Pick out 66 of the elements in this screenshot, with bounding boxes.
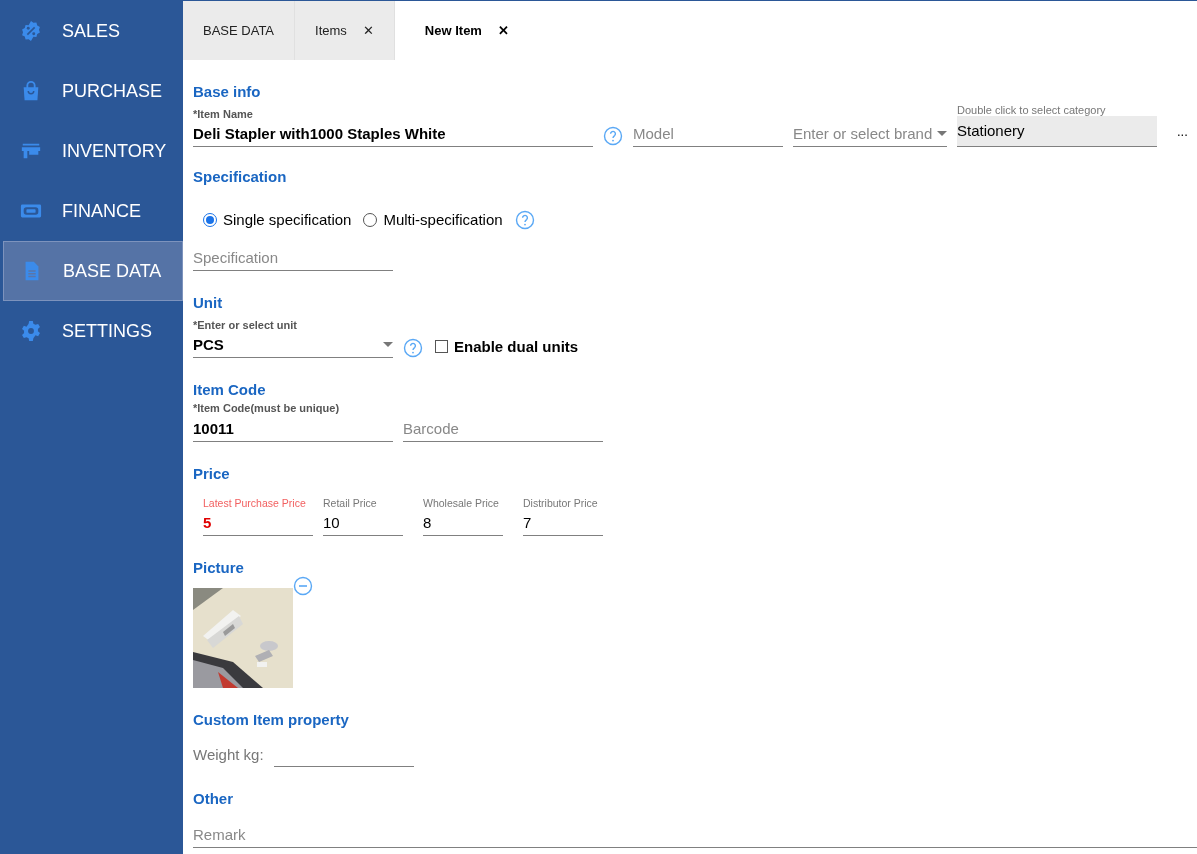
- sidebar-item[interactable]: PURCHASE: [3, 61, 183, 121]
- specification-field[interactable]: Specification: [193, 245, 393, 271]
- section-title: Other: [193, 788, 234, 809]
- section-title: Picture: [193, 558, 245, 579]
- sidebar-item[interactable]: FINANCE: [3, 181, 183, 241]
- help-icon[interactable]: [514, 210, 535, 231]
- field-value: 10: [323, 513, 341, 534]
- unit-dropdown[interactable]: *Enter or select unit PCS: [193, 316, 393, 358]
- field-value: 7: [523, 513, 533, 534]
- field-label: *Item Name: [193, 106, 254, 122]
- field-label: Distributor Price: [523, 495, 599, 511]
- remark-field[interactable]: Remark: [193, 822, 1197, 848]
- caret-icon: [937, 131, 947, 137]
- item-code-field[interactable]: *Item Code(must be unique) 10011: [193, 400, 393, 442]
- tab[interactable]: BASE DATA: [183, 1, 296, 60]
- field-value: 5: [203, 513, 213, 534]
- barcode-field[interactable]: Barcode: [403, 416, 603, 442]
- field-label: Retail Price: [323, 495, 378, 511]
- field-value: PCS: [193, 335, 224, 355]
- sidebar-label: PURCHASE: [62, 79, 163, 103]
- section-title: Custom Item property: [193, 710, 350, 731]
- section-title: Specification: [193, 167, 288, 187]
- tab[interactable]: Items ✕: [295, 1, 395, 60]
- radio-option[interactable]: Multi-specification: [363, 209, 503, 232]
- price-field[interactable]: Retail Price 10: [323, 495, 403, 537]
- section-title: Price: [193, 463, 231, 484]
- item-name-field[interactable]: *Item Name Deli Stapler with1000 Staples White: [193, 105, 593, 147]
- percent-badge-icon: [20, 20, 42, 42]
- field-label: *Enter or select unit: [193, 317, 298, 333]
- close-icon[interactable]: ✕: [362, 20, 374, 41]
- price-field[interactable]: Latest Purchase Price 5: [203, 495, 313, 537]
- sidebar-item[interactable]: BASE DATA: [3, 241, 183, 301]
- field-value: 8: [423, 513, 433, 534]
- sidebar-label: BASE DATA: [63, 259, 162, 283]
- remove-icon[interactable]: [293, 576, 313, 597]
- settings-icon: [20, 320, 42, 342]
- price-field[interactable]: Distributor Price 7: [523, 495, 603, 537]
- sidebar-item[interactable]: SALES: [3, 1, 183, 61]
- field-label: Weight kg:: [193, 745, 264, 766]
- category-field[interactable]: Double click to select category Stationery: [957, 104, 1157, 147]
- help-icon[interactable]: [403, 338, 423, 358]
- brand-dropdown[interactable]: Enter or select brand: [793, 122, 947, 147]
- dual-units-checkbox[interactable]: Enable dual units: [435, 335, 579, 358]
- field-label: Wholesale Price: [423, 495, 500, 511]
- caret-icon: [383, 342, 393, 348]
- model-field[interactable]: Model: [633, 122, 783, 147]
- close-icon[interactable]: ✕: [497, 20, 509, 41]
- section-title: Base info: [193, 82, 262, 102]
- price-field[interactable]: Wholesale Price 8: [423, 495, 503, 537]
- help-icon[interactable]: [603, 126, 623, 146]
- sidebar-item[interactable]: INVENTORY: [3, 121, 183, 181]
- field-value: 10011: [193, 418, 235, 439]
- field-label: *Item Code(must be unique): [193, 401, 341, 416]
- sidebar-label: INVENTORY: [62, 139, 167, 163]
- sidebar-label: FINANCE: [62, 199, 141, 223]
- field-label: Double click to select category: [957, 104, 1107, 116]
- field-value: Deli Stapler with1000 Staples White: [193, 124, 447, 144]
- radio-option[interactable]: Single specification: [203, 209, 352, 232]
- more-button[interactable]: ...: [1177, 121, 1188, 141]
- field-value: Stationery: [957, 116, 1157, 146]
- section-title: Unit: [193, 292, 224, 313]
- field-label: Latest Purchase Price: [203, 495, 307, 511]
- sidebar-label: SETTINGS: [62, 319, 152, 343]
- sidebar-label: SALES: [62, 19, 121, 43]
- section-title: Item Code: [193, 380, 267, 400]
- sidebar-item[interactable]: SETTINGS: [3, 301, 183, 361]
